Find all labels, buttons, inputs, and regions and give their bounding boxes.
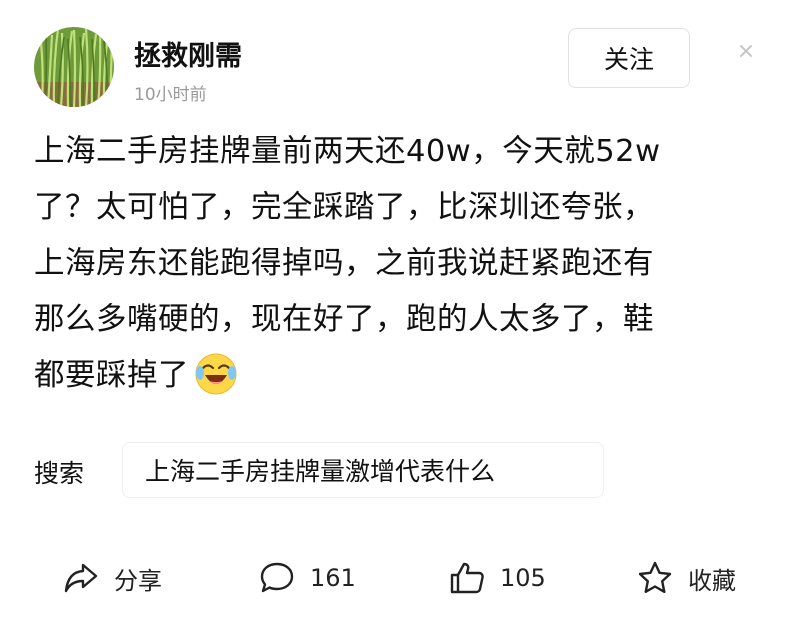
author-name[interactable]: 拯救刚需 — [134, 34, 242, 73]
close-icon[interactable] — [728, 33, 764, 69]
post-text: 上海二手房挂牌量前两天还40w，今天就52w 了？太可怕了，完全踩踏了，比深圳还… — [34, 124, 774, 404]
laughing-crying-emoji-icon — [195, 353, 237, 395]
like-button[interactable]: 105 — [448, 558, 546, 598]
search-label: 搜索 — [34, 459, 85, 488]
post-line: 了？太可怕了，完全踩踏了，比深圳还夸张， — [34, 190, 654, 225]
comment-icon — [260, 562, 294, 593]
share-label: 分享 — [114, 566, 162, 595]
favorite-button[interactable]: 收藏 — [636, 558, 736, 598]
avatar-grass-image — [34, 27, 114, 107]
like-count: 105 — [500, 564, 546, 592]
search-suggestion-chip[interactable]: 上海二手房挂牌量激增代表什么 — [122, 442, 604, 498]
post-line-last: 都要踩掉了 — [34, 348, 774, 404]
post-header: 拯救刚需 10小时前 关注 — [0, 0, 800, 120]
post-line-text: 都要踩掉了 — [34, 358, 189, 393]
like-icon — [450, 562, 484, 594]
post-time: 10小时前 — [134, 85, 207, 105]
share-icon — [64, 563, 98, 593]
favorite-label: 收藏 — [688, 566, 736, 595]
comment-count: 161 — [310, 564, 356, 592]
search-suggestion-row: 搜索 上海二手房挂牌量激增代表什么 — [34, 442, 774, 498]
follow-button[interactable]: 关注 — [568, 28, 690, 88]
post-line: 上海房东还能跑得掉吗，之前我说赶紧跑还有 — [34, 246, 654, 281]
post-line: 上海二手房挂牌量前两天还40w，今天就52w — [34, 134, 661, 169]
post-line: 那么多嘴硬的，现在好了，跑的人太多了，鞋 — [34, 302, 654, 337]
avatar[interactable] — [34, 27, 114, 107]
action-bar: 分享 161 105 收藏 — [0, 548, 800, 608]
comment-button[interactable]: 161 — [258, 558, 356, 598]
star-icon — [638, 561, 672, 593]
share-button[interactable]: 分享 — [62, 558, 162, 598]
